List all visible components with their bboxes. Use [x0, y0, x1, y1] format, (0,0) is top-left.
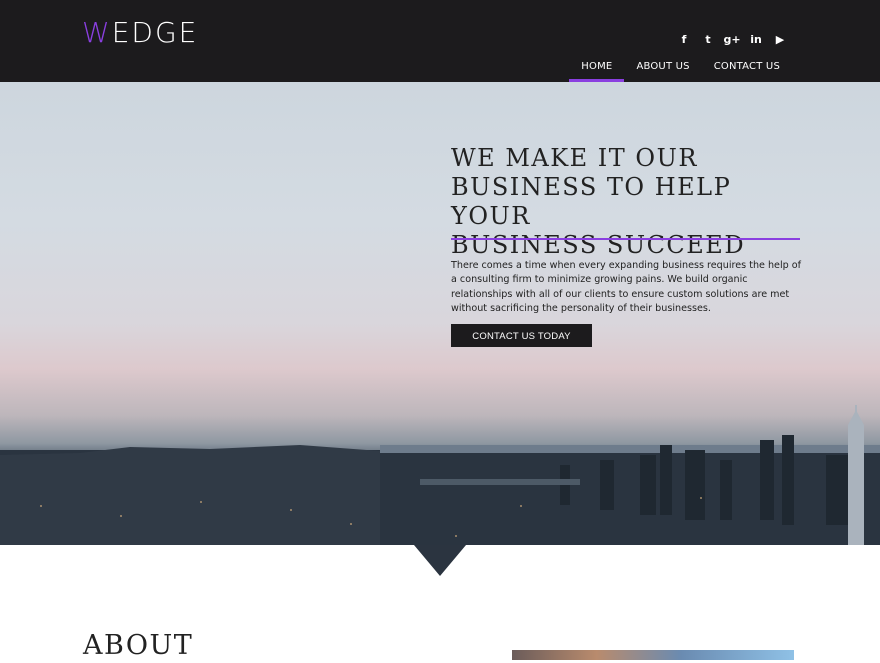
facebook-icon[interactable]: f [672, 32, 696, 48]
site-header: WEDGE f t g+ in ▶ HOME ABOUT US CONTACT … [0, 0, 880, 82]
section-arrow [414, 545, 466, 576]
contact-us-today-button[interactable]: CONTACT US TODAY [451, 324, 592, 347]
about-heading: ABOUT [83, 630, 194, 661]
nav-contact-us[interactable]: CONTACT US [702, 56, 792, 82]
hero-description: There comes a time when every expanding … [451, 260, 802, 314]
social-links: f t g+ in ▶ [672, 32, 792, 48]
nav-about-us[interactable]: ABOUT US [624, 56, 701, 82]
hero-section: WE MAKE IT OUR BUSINESS TO HELP YOUR BUS… [0, 82, 880, 545]
youtube-icon[interactable]: ▶ [768, 32, 792, 48]
main-nav: HOME ABOUT US CONTACT US [569, 56, 792, 82]
accent-divider [451, 238, 800, 240]
hero-title: WE MAKE IT OUR BUSINESS TO HELP YOUR BUS… [451, 144, 746, 259]
google-plus-icon[interactable]: g+ [720, 32, 744, 48]
logo[interactable]: WEDGE [82, 16, 198, 50]
twitter-icon[interactable]: t [696, 32, 720, 48]
nav-home[interactable]: HOME [569, 56, 625, 82]
about-image [512, 650, 794, 660]
linkedin-icon[interactable]: in [744, 32, 768, 48]
city-skyline-image [0, 405, 880, 545]
